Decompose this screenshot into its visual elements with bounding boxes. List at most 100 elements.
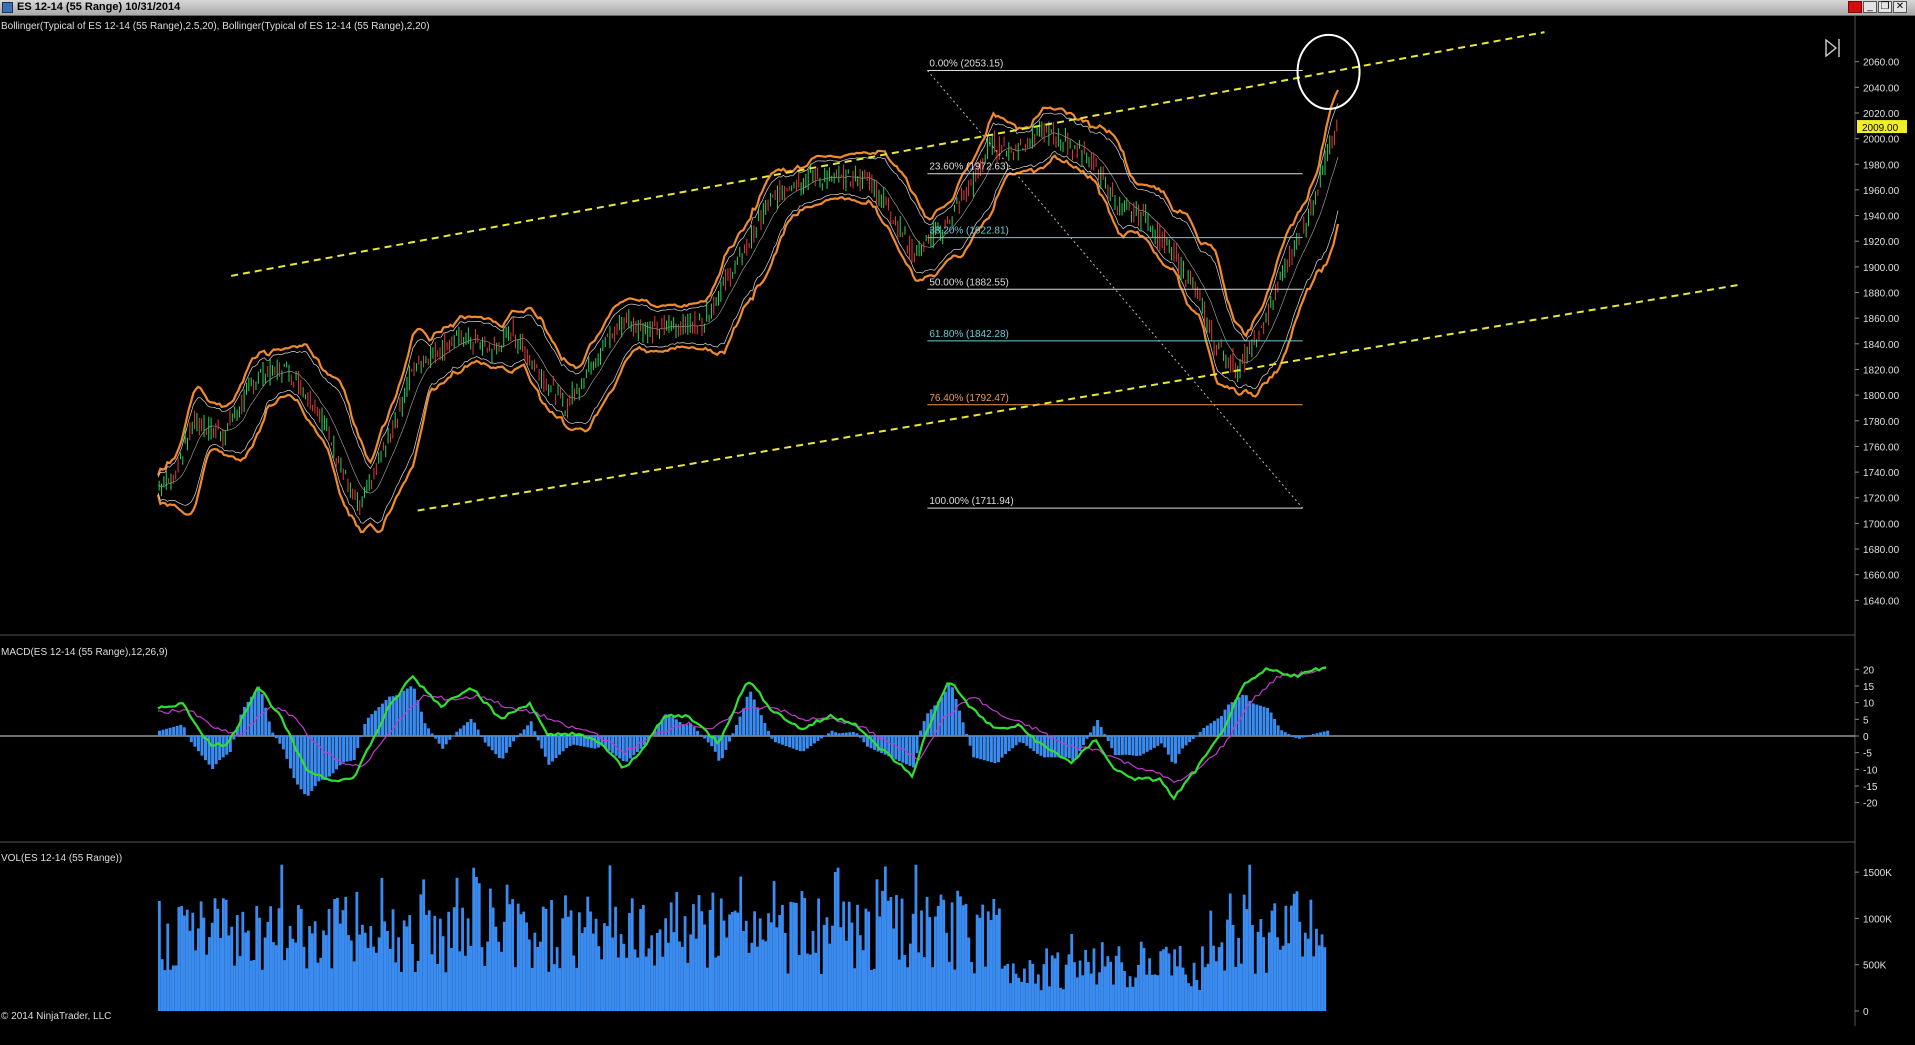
volume-bar (1139, 941, 1143, 1011)
histogram-bar (480, 736, 484, 737)
histogram-bar (745, 696, 749, 736)
histogram-bar (296, 736, 300, 785)
histogram-bar (565, 736, 569, 748)
volume-bar (1256, 931, 1260, 1011)
volume-bar (1017, 977, 1021, 1011)
histogram-bar (795, 736, 799, 750)
volume-bar (1023, 968, 1026, 1011)
histogram-bar (536, 736, 540, 741)
histogram-bar (458, 728, 462, 736)
volume-bar (183, 915, 186, 1011)
minimize-button[interactable]: _ (1863, 1, 1877, 13)
volume-bar (675, 892, 679, 1011)
volume-bar (672, 932, 676, 1011)
volume-bar (1184, 974, 1188, 1011)
volume-bar (831, 925, 834, 1011)
volume-bar (1248, 864, 1252, 1011)
restore-button[interactable]: ❐ (1878, 1, 1892, 13)
volume-bar (622, 943, 626, 1011)
volume-bar (822, 924, 826, 1011)
histogram-bar (1269, 712, 1273, 736)
volume-bar (472, 867, 476, 1011)
volume-bar (416, 960, 420, 1011)
volume-bar (747, 952, 751, 1011)
histogram-bar (1060, 736, 1064, 758)
volume-bar (158, 900, 161, 1011)
histogram-bar (618, 736, 622, 759)
histogram-bar (455, 731, 459, 736)
histogram-bar (1177, 736, 1181, 754)
volume-bar (1034, 983, 1037, 1011)
histogram-bar (1039, 736, 1043, 756)
volume-bar (349, 940, 353, 1011)
histogram-bar (490, 736, 494, 751)
volume-bar (936, 906, 940, 1011)
volume-bar (972, 973, 976, 1011)
volume-tick-label: 500K (1863, 961, 1887, 972)
volume-bar (1098, 972, 1101, 1011)
bollinger-outer-upper (156, 89, 1339, 476)
price-tick-label: 2060.00 (1863, 58, 1900, 69)
histogram-bar (986, 736, 990, 762)
volume-bar (1226, 919, 1229, 1011)
volume-bar (775, 927, 779, 1011)
chart-area[interactable]: 0.00% (2053.15) 23.60% (1972.63) 38.20% (1… (0, 16, 1915, 1045)
volume-bar (1278, 949, 1282, 1011)
histogram-bar (805, 736, 809, 749)
histogram-bar (890, 736, 894, 758)
histogram-bar (1283, 732, 1287, 736)
volume-bar (285, 948, 289, 1011)
volume-bar (664, 918, 668, 1011)
histogram-bar (1018, 736, 1022, 743)
volume-bar (235, 915, 239, 1011)
volume-bar (1078, 960, 1082, 1011)
play-end-icon[interactable] (1825, 38, 1840, 58)
volume-bar (1009, 983, 1012, 1011)
volume-bar (213, 898, 217, 1011)
volume-bar (572, 955, 576, 1011)
volume-bar (725, 937, 729, 1011)
histogram-bar (540, 736, 544, 749)
volume-bar (911, 913, 915, 1011)
volume-bar (1073, 962, 1076, 1011)
volume-bar (283, 960, 286, 1011)
histogram-bar (770, 736, 774, 739)
fibonacci-level-label: 100.00% (1711.94) (929, 496, 1013, 507)
price-tick-label: 1660.00 (1863, 571, 1900, 582)
volume-bar (427, 910, 431, 1011)
volume-bar (934, 916, 937, 1011)
volume-bar (575, 967, 578, 1011)
bollinger-middle (157, 132, 1339, 494)
volume-bar (274, 945, 278, 1011)
price-tick-label: 1720.00 (1863, 494, 1900, 505)
volume-bar (808, 954, 812, 1011)
volume-bar (196, 928, 200, 1011)
histogram-bar (954, 698, 958, 736)
volume-bar (800, 891, 804, 1011)
volume-bar (806, 953, 809, 1011)
volume-bar (1039, 990, 1043, 1011)
volume-bar (171, 965, 175, 1011)
price-tick-label: 1780.00 (1863, 417, 1900, 428)
histogram-bar (1290, 736, 1294, 737)
volume-bar (858, 935, 862, 1011)
histogram-bar (908, 736, 912, 766)
close-button[interactable]: ✕ (1893, 1, 1907, 13)
volume-bar (1267, 932, 1271, 1011)
histogram-bar (1198, 732, 1202, 736)
histogram-bar (257, 686, 261, 736)
volume-bar (1048, 986, 1051, 1011)
alert-icon[interactable] (1848, 1, 1862, 13)
histogram-bar (554, 736, 558, 759)
histogram-bar (1103, 734, 1107, 736)
histogram-bar (1205, 725, 1209, 736)
volume-bar (564, 895, 567, 1011)
volume-bar (1056, 952, 1060, 1011)
histogram-bar (182, 727, 186, 736)
bollinger-inner-upper (157, 103, 1339, 478)
volume-bar (397, 937, 400, 1011)
volume-bar (216, 908, 220, 1011)
volume-bar (1075, 977, 1079, 1011)
histogram-bar (756, 707, 760, 736)
macd-tick-label: 15 (1863, 682, 1875, 693)
